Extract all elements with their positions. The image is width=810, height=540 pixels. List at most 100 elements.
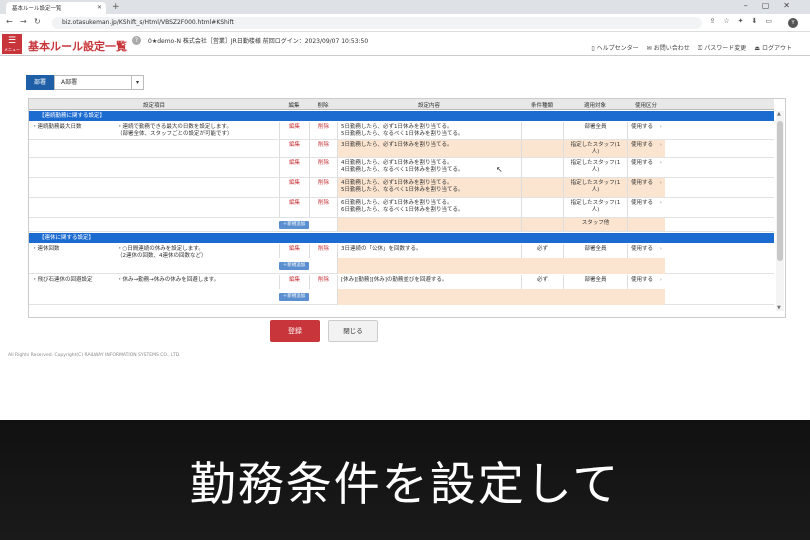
usage-select[interactable]: 使用する › [627,244,665,258]
chevron-down-icon: › [659,142,662,148]
help-icon[interactable]: ? [132,36,141,45]
col-usage: 使用区分 [634,103,657,109]
address-bar[interactable]: biz.otasukeman.jp/KShift_s/Html/VBSZ2F00… [52,17,702,29]
add-rule-button[interactable]: ＋新規追加 [279,221,309,229]
video-caption: 勤務条件を設定して [189,457,621,511]
edit-link[interactable]: 編集 [279,275,309,289]
rule-name: ・飛び石連休の回避設定 [32,277,93,283]
usage-select[interactable]: 使用する › [627,122,665,139]
help-center-link[interactable]: ▯ ヘルプセンター [591,43,638,53]
dept-select[interactable]: A部署 ▾ [54,75,144,90]
usage-select[interactable]: 使用する › [627,275,665,289]
chevron-down-icon: ▾ [131,76,143,89]
rule-condition [521,158,563,177]
back-icon[interactable]: ← [6,17,13,26]
hamburger-icon: ☰ [7,36,17,46]
delete-link[interactable]: 削除 [309,244,337,258]
reload-icon[interactable]: ↻ [34,17,41,26]
chevron-down-icon: › [659,200,662,206]
new-tab-icon[interactable]: + [112,2,120,12]
usage-select[interactable]: 使用する › [627,140,665,157]
chevron-down-icon: › [659,277,662,283]
rule-target: 指定したスタッフ(1人) [563,140,627,157]
edit-link[interactable]: 編集 [279,198,309,217]
rule-condition: 必ず [521,275,563,289]
browser-toolbar: ← → ↻ biz.otasukeman.jp/KShift_s/Html/VB… [0,14,810,32]
rule-name: ・連続勤務最大日数 [32,124,82,130]
profile-avatar[interactable]: Y [788,18,798,28]
table-header: 設定項目 編集 削除 設定内容 条件種類 適用対象 使用区分 [29,99,774,110]
delete-link[interactable]: 削除 [309,198,337,217]
section-header: 【連休に関する設定】 [29,233,774,243]
edit-link[interactable]: 編集 [279,140,309,157]
col-delete: 削除 [317,103,329,109]
register-button[interactable]: 登録 [270,320,320,342]
rule-desc: ・休み→勤務→休みの休みを回避します。 [117,277,220,283]
rule-target: 部署全員 [563,122,627,139]
table-row: 編集 削除 3日勤務したら、必ず1日休みを割り当てる。 指定したスタッフ(1人)… [29,140,774,158]
chevron-down-icon: › [659,180,662,186]
dept-label: 部署 [26,75,54,90]
logout-link[interactable]: ⏏ ログアウト [754,43,792,53]
rule-content: 6日勤務したら、必ず1日休みを割り当てる。 6日勤務したら、なるべく1日休みを割り… [337,198,521,217]
rule-target: 指定したスタッフ(1人) [563,178,627,197]
browser-tab[interactable]: 基本ルール設定一覧 ✕ [6,2,106,14]
contact-link[interactable]: ✉ お問い合わせ [647,43,690,53]
rule-target: 部署全員 [563,244,627,258]
delete-link[interactable]: 削除 [309,178,337,197]
rule-content: [休み][勤務][休み]の勤務並びを回避する。 [337,275,521,289]
rule-content: 5日勤務したら、必ず1日休みを割り当てる。 5日勤務したら、なるべく1日休みを割り… [337,122,521,139]
table-row: ・連続勤務最大日数 ・連続で勤務できる最大の日数を設定します。 （部署全体、スタッ… [29,122,774,140]
mail-icon: ✉ [646,45,652,52]
usage-select[interactable]: 使用する › [627,158,665,177]
rule-target: 指定したスタッフ(1人) [563,198,627,217]
browser-action-icons[interactable]: ⇪☆✦⬇▭ [710,17,781,25]
edit-link[interactable]: 編集 [279,244,309,258]
chevron-down-icon: › [659,160,662,166]
usage-select[interactable]: 使用する › [627,198,665,217]
rule-condition [521,198,563,217]
scrollbar-thumb[interactable] [777,121,783,261]
rule-content: 4日勤務したら、必ず1日休みを割り当てる。 5日勤務したら、なるべく1日休みを割り… [337,178,521,197]
rule-target: 部署全員 [563,275,627,289]
scroll-down-icon[interactable]: ▼ [777,305,781,311]
add-rule-button[interactable]: ＋新規追加 [279,293,309,301]
header-links: ▯ ヘルプセンター ✉ お問い合わせ ⚿ パスワード変更 ⏏ ログアウト [591,43,792,53]
table-row: ・飛び石連休の回避設定 ・休み→勤務→休みの休みを回避します。 編集 削除 [休… [29,275,774,305]
col-condition: 条件種類 [530,103,553,109]
col-target: 適用対象 [583,103,606,109]
rule-condition [521,122,563,139]
table-row: ・連休回数 ・○日間連続の休みを設定します。 （2連休の回数、4連休の回数など） … [29,244,774,274]
table-scrollbar[interactable]: ▲ ▼ [776,111,784,311]
mouse-cursor-icon: ↖ [496,165,503,174]
delete-link[interactable]: 削除 [309,275,337,289]
delete-link[interactable]: 削除 [309,122,337,139]
logout-icon: ⏏ [754,45,760,52]
close-tab-icon[interactable]: ✕ [97,4,102,11]
rule-content: 3日連続の「公休」を回数する。 [337,244,521,258]
rule-content: 4日勤務したら、必ず1日休みを割り当てる。 4日勤務したら、なるべく1日休みを割り… [337,158,521,177]
add-rule-button[interactable]: ＋新規追加 [279,262,309,270]
usage-select[interactable]: 使用する › [627,178,665,197]
rule-content: 3日勤務したら、必ず1日休みを割り当てる。 [337,140,521,157]
rule-target: 指定したスタッフ(1人) [563,158,627,177]
book-icon: ▯ [591,45,595,52]
col-edit: 編集 [288,103,300,109]
rule-name: ・連休回数 [32,246,60,252]
tab-title: 基本ルール設定一覧 [12,6,62,12]
scroll-up-icon[interactable]: ▲ [777,111,781,117]
change-password-link[interactable]: ⚿ パスワード変更 [698,43,747,53]
menu-button[interactable]: ☰ メニュー [2,34,22,54]
edit-link[interactable]: 編集 [279,158,309,177]
delete-link[interactable]: 削除 [309,140,337,157]
delete-link[interactable]: 削除 [309,158,337,177]
rules-table: 設定項目 編集 削除 設定内容 条件種類 適用対象 使用区分 【連続勤務に関する… [28,98,786,318]
close-button[interactable]: 閉じる [328,320,378,342]
edit-link[interactable]: 編集 [279,178,309,197]
window-controls[interactable]: –▢✕ [744,1,804,10]
browser-tab-strip: 基本ルール設定一覧 ✕ + –▢✕ [0,0,810,14]
chevron-down-icon: › [659,246,662,252]
copyright: All Rights Reserved. Copyright(C) RAILWA… [8,353,181,358]
edit-link[interactable]: 編集 [279,122,309,139]
forward-icon[interactable]: → [20,17,27,26]
